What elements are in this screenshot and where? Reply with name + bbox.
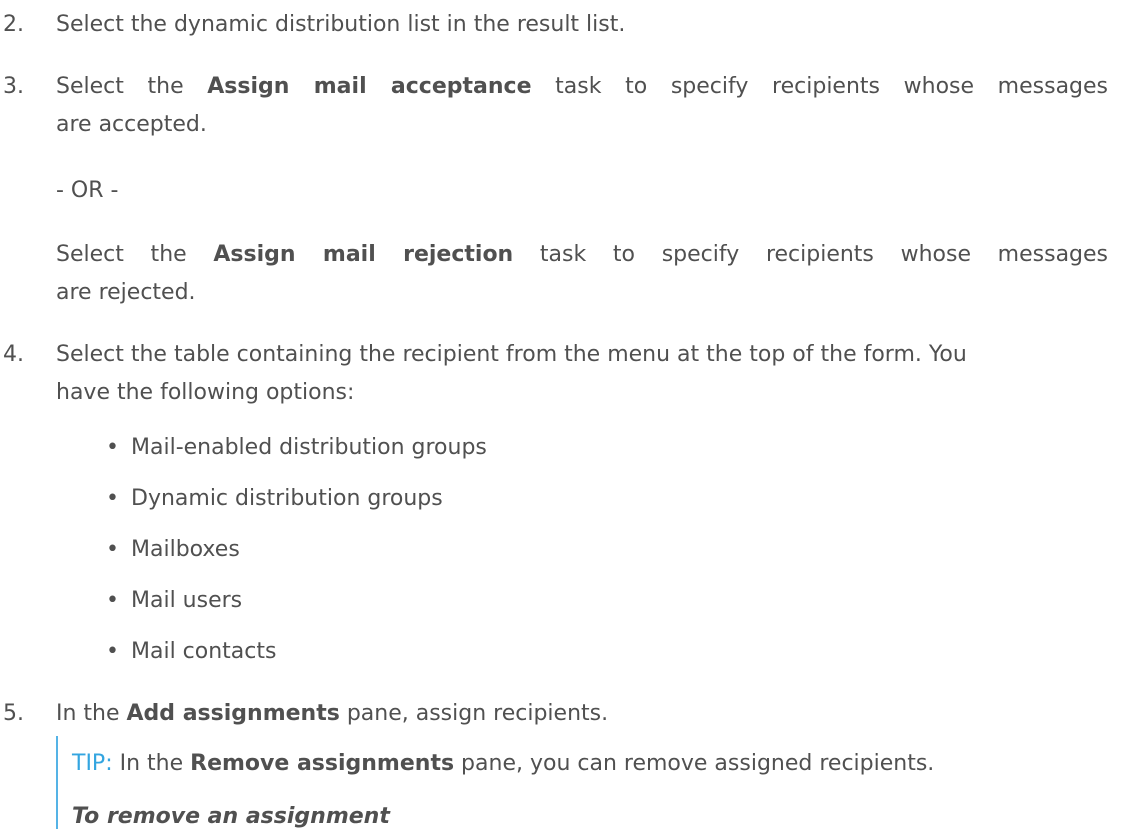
step-number: 2. xyxy=(3,12,24,37)
task-name: Assign mail acceptance xyxy=(207,74,532,99)
step-number: 4. xyxy=(3,342,24,367)
task-name: Assign mail rejection xyxy=(213,242,514,267)
step-text: Select the Assign mail acceptance task t… xyxy=(56,74,1109,99)
step-number: 3. xyxy=(3,74,24,99)
step-text: Select the dynamic distribution list in … xyxy=(56,12,626,37)
step-text: In the Add assignments pane, assign reci… xyxy=(56,701,609,726)
pane-name: Add assignments xyxy=(126,701,340,726)
tip-border xyxy=(56,736,58,829)
pane-name: Remove assignments xyxy=(190,751,455,776)
step-number: 5. xyxy=(3,701,24,726)
tip-label: TIP: xyxy=(72,751,113,776)
step-text: Select the table containing the recipien… xyxy=(56,342,967,367)
